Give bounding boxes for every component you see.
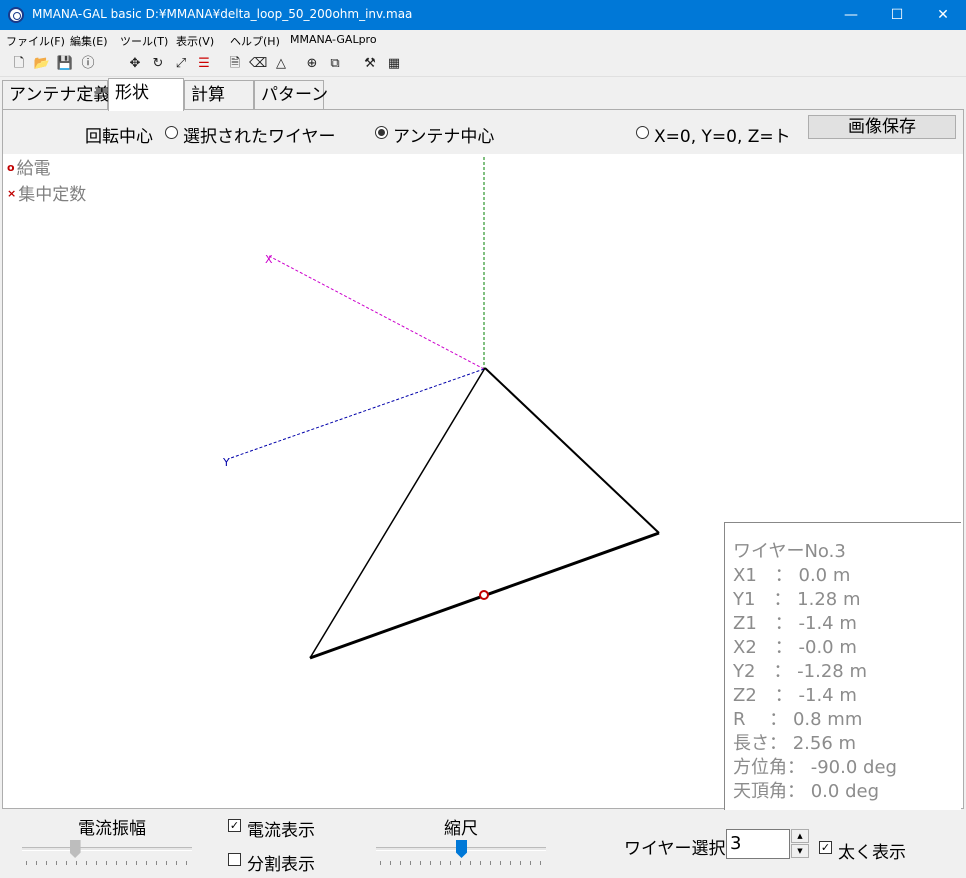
show-segments-label[interactable]: 分割表示 <box>247 850 315 875</box>
feed-point-marker <box>479 590 489 600</box>
rotation-center-label: 回転中心 <box>85 127 153 147</box>
triangle-icon[interactable]: △ <box>272 55 290 73</box>
menu-bar: ファイル(F) 編集(E) ツール(T) 表示(V) ヘルプ(H) MMANA-… <box>0 30 966 50</box>
wire-1 <box>484 367 660 534</box>
wire-info-line: 方位角： -90.0 deg <box>733 757 897 778</box>
wire-2 <box>309 367 486 659</box>
radio-origin-label[interactable]: X=0, Y=0, Z=ト <box>654 122 791 147</box>
menu-view[interactable]: 表示(V) <box>176 33 214 49</box>
minimize-button[interactable]: — <box>828 0 874 30</box>
window-title: MMANA-GAL basic D:¥MMANA¥delta_loop_50_2… <box>32 7 413 21</box>
legend-feed: o 給電 <box>7 154 51 179</box>
legend-load-label: 集中定数 <box>18 185 87 205</box>
calculator-icon[interactable]: ▦ <box>385 55 403 73</box>
bold-display-checkbox[interactable]: ✓ <box>819 841 832 854</box>
menu-edit[interactable]: 編集(E) <box>70 33 108 49</box>
maximize-button[interactable]: ☐ <box>874 0 920 30</box>
menu-mmana-galpro[interactable]: MMANA-GALpro <box>290 33 377 46</box>
scale-slider-thumb[interactable] <box>456 840 467 858</box>
wire-info-line: R ： 0.8 mm <box>733 709 863 730</box>
wire-info-box: ワイヤーNo.3 X1 ： 0.0 m Y1 ： 1.28 m Z1 ： -1.… <box>724 522 961 810</box>
scale-label: 縮尺 <box>444 819 478 839</box>
wire-info-line: 天頂角： 0.0 deg <box>733 781 879 802</box>
eraser-icon[interactable]: ⌫ <box>249 55 267 73</box>
tab-calculation[interactable]: 計算 <box>184 80 254 110</box>
wire-select-spinner: ▲ ▼ <box>791 829 809 859</box>
radio-selected-wire-label[interactable]: 選択されたワイヤー <box>183 122 336 147</box>
wires-icon[interactable]: ☰ <box>195 55 213 73</box>
spin-down-button[interactable]: ▼ <box>791 844 809 858</box>
move-icon[interactable]: ✥ <box>126 55 144 73</box>
info-icon[interactable]: ⓘ <box>79 55 97 73</box>
rotation-options-bar: 回転中心 選択されたワイヤー アンテナ中心 X=0, Y=0, Z=ト 画像保存 <box>3 110 963 154</box>
load-marker-icon: × <box>7 187 17 200</box>
radio-antenna-center[interactable] <box>375 126 388 139</box>
current-amplitude-ticks <box>26 861 188 865</box>
tools-icon[interactable]: ⚒ <box>361 55 379 73</box>
current-amplitude-slider[interactable] <box>22 847 192 851</box>
legend-feed-label: 給電 <box>16 159 51 179</box>
radio-origin[interactable] <box>636 126 649 139</box>
y-axis-line <box>227 368 485 460</box>
open-folder-icon[interactable]: 📂 <box>33 55 51 73</box>
rotate-icon[interactable]: ↻ <box>149 55 167 73</box>
wire-info-line: X1 ： 0.0 m <box>733 565 851 586</box>
title-bar: MMANA-GAL basic D:¥MMANA¥delta_loop_50_2… <box>0 0 966 30</box>
zoom-icon[interactable]: ⤢ <box>172 55 190 73</box>
tab-geometry[interactable]: 形状 <box>108 78 184 111</box>
show-current-checkbox[interactable]: ✓ <box>228 819 241 832</box>
wire-info-line: Z2 ： -1.4 m <box>733 685 857 706</box>
app-icon <box>8 7 24 23</box>
legend-load: × 集中定数 <box>7 180 86 205</box>
spin-up-button[interactable]: ▲ <box>791 829 809 843</box>
feed-marker-icon: o <box>7 161 15 174</box>
wire-select-label: ワイヤー選択 <box>624 839 726 859</box>
menu-help[interactable]: ヘルプ(H) <box>230 33 280 49</box>
new-file-icon[interactable]: 🗋 <box>10 55 28 73</box>
target-icon[interactable]: ⊕ <box>303 55 321 73</box>
radio-selected-wire[interactable] <box>165 126 178 139</box>
close-button[interactable]: ✕ <box>920 0 966 30</box>
current-amplitude-slider-thumb[interactable] <box>69 840 81 858</box>
show-current-label[interactable]: 電流表示 <box>247 816 315 841</box>
toolbar: 🗋 📂 💾 ⓘ ✥ ↻ ⤢ ☰ 🗎 ⌫ △ ⊕ ⧉ ⚒ ▦ <box>0 51 966 77</box>
radio-antenna-center-label[interactable]: アンテナ中心 <box>393 122 494 147</box>
save-image-button[interactable]: 画像保存 <box>808 115 956 139</box>
x-axis-line <box>268 255 485 370</box>
wire-select-input[interactable]: 3 <box>726 829 790 859</box>
y-axis-label: Y <box>222 456 230 469</box>
wire-info-line: Y2 ： -1.28 m <box>733 661 867 682</box>
tab-antenna-definition[interactable]: アンテナ定義 <box>2 80 110 110</box>
menu-tools[interactable]: ツール(T) <box>120 33 168 49</box>
bottom-controls: 電流振幅 ✓ 電流表示 分割表示 縮尺 ワイヤー選択 3 ▲ ▼ ✓ 太く表示 <box>0 810 966 878</box>
scale-ticks <box>380 861 542 865</box>
current-amplitude-label: 電流振幅 <box>78 819 146 839</box>
menu-file[interactable]: ファイル(F) <box>6 33 65 49</box>
x-axis-label: X <box>265 253 273 266</box>
wire-info-line: Y1 ： 1.28 m <box>733 589 861 610</box>
wire-info-title: ワイヤーNo.3 <box>733 541 846 562</box>
save-icon[interactable]: 💾 <box>56 55 74 73</box>
geometry-panel: X Y 回転中心 選択されたワイヤー アンテナ中心 X=0, Y=0, Z=ト … <box>2 109 964 810</box>
wire-info-line: X2 ： -0.0 m <box>733 637 857 658</box>
wire-info-line: 長さ： 2.56 m <box>733 733 857 754</box>
copy-icon[interactable]: ⧉ <box>326 55 344 73</box>
wire-info-line: Z1 ： -1.4 m <box>733 613 857 634</box>
tab-pattern[interactable]: パターン <box>254 80 328 110</box>
tab-strip: アンテナ定義 形状 計算 パターン <box>0 78 966 111</box>
document-icon[interactable]: 🗎 <box>226 55 244 73</box>
bold-display-label[interactable]: 太く表示 <box>838 838 906 863</box>
show-segments-checkbox[interactable] <box>228 853 241 866</box>
